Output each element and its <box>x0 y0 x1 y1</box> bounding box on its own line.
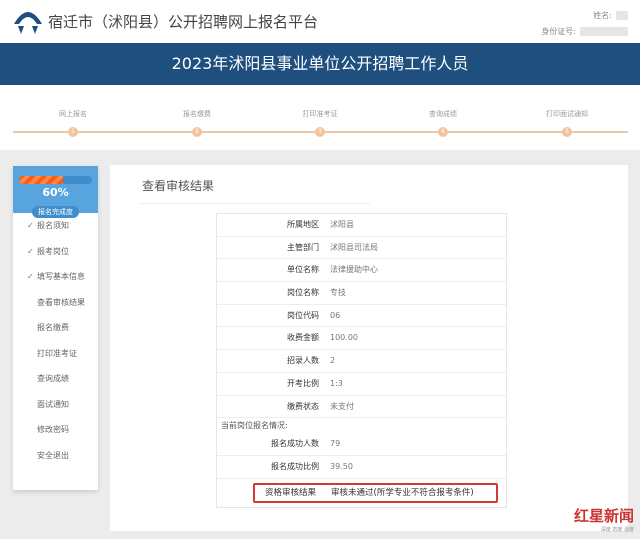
step-label: 网上报名 <box>59 110 87 118</box>
row-value: 法律援助中心 <box>330 265 378 275</box>
sidebar-item[interactable]: 查看审核结果 <box>13 290 98 316</box>
row-value: 沭阳县 <box>330 220 354 229</box>
sidebar-item[interactable]: 查询成绩 <box>13 366 98 392</box>
row-label: 单位名称 <box>287 265 319 275</box>
row-label: 收费金额 <box>287 333 319 343</box>
row-value: 沭阳县司法局 <box>330 242 378 252</box>
sidebar-item-label: 报名缴费 <box>37 323 69 332</box>
sidebar-item[interactable]: 安全退出 <box>13 443 98 469</box>
row-label: 开考比例 <box>287 378 319 388</box>
stat-value: 39.50 <box>330 461 353 471</box>
sidebar-item-label: 面试通知 <box>37 399 69 409</box>
sidebar-item[interactable]: 修改密码 <box>13 417 98 443</box>
sidebar-menu: ✓ 报名须知 ✓ 报考岗位 ✓ 填写基本信息 查看审核结果 报名缴费 打印准考证 查询成绩 面试通知… <box>13 213 98 468</box>
row-label: 缴费状态 <box>287 401 319 411</box>
progress-steps: 网上报名 1 报名缴费 2 打印准考证 3 查询成绩 4 打印面试通知 5 <box>0 85 640 150</box>
step-dot: 5 <box>562 127 572 137</box>
result-highlight: 资格审核结果 审核未通过(所学专业不符合报考条件) <box>253 482 498 503</box>
sidebar-item-label: 修改密码 <box>37 425 69 434</box>
row-value: 未支付 <box>330 401 354 411</box>
table-row: 所属地区 沭阳县 <box>217 214 506 237</box>
step-label: 打印面试通知 <box>546 110 588 118</box>
result-row: 资格审核结果 审核未通过(所学专业不符合报考条件) <box>217 479 506 507</box>
sidebar: 60% 报名完成度 ✓ 报名须知 ✓ 报考岗位 ✓ 填写基本信息 查看审核结果 报名缴费 打印准… <box>13 166 98 490</box>
step-label: 打印准考证 <box>302 110 338 118</box>
header: 宿迁市（沭阳县）公开招聘网上报名平台 姓名: 身份证号: <box>0 0 640 43</box>
stat-value: 79 <box>330 439 341 449</box>
sidebar-item[interactable]: ✓ 报考岗位 <box>13 239 98 265</box>
stat-row: 报名成功比例 39.50 <box>217 456 506 479</box>
result-value: 审核未通过(所学专业不符合报考条件) <box>331 487 474 498</box>
step-dot: 4 <box>438 127 448 137</box>
sidebar-item-label: 填写基本信息 <box>37 272 85 281</box>
step-label: 报名缴费 <box>183 110 211 118</box>
sidebar-item-label: 查看审核结果 <box>37 297 85 307</box>
table-row: 主管部门 沭阳县司法局 <box>217 237 506 260</box>
progress-percent: 60% <box>42 186 69 199</box>
sidebar-item-label: 报考岗位 <box>37 246 69 256</box>
row-label: 岗位代码 <box>287 310 319 320</box>
table-row: 招录人数 2 <box>217 350 506 373</box>
site-title: 宿迁市（沭阳县）公开招聘网上报名平台 <box>48 13 319 31</box>
user-info: 姓名: 身份证号: <box>541 8 628 40</box>
sidebar-item-label: 安全退出 <box>37 450 69 460</box>
table-row: 单位名称 法律援助中心 <box>217 259 506 283</box>
step-dot: 3 <box>315 127 325 137</box>
row-label: 招录人数 <box>287 356 319 366</box>
main-panel: 查看审核结果 所属地区 沭阳县主管部门 沭阳县司法局单位名称 法律援助中心岗位名称 专技… <box>110 165 628 531</box>
row-label: 所属地区 <box>287 220 319 229</box>
sidebar-item-label: 打印准考证 <box>37 348 77 358</box>
section-label: 当前岗位报名情况: <box>221 421 288 431</box>
sidebar-item[interactable]: 打印准考证 <box>13 341 98 367</box>
table-row: 收费金额 100.00 <box>217 327 506 351</box>
stat-label: 报名成功比例 <box>271 461 319 471</box>
sidebar-item[interactable]: ✓ 填写基本信息 <box>13 264 98 290</box>
row-label: 岗位名称 <box>287 288 319 298</box>
table-row: 缴费状态 未支付 <box>217 396 506 419</box>
progress-panel: 60% 报名完成度 <box>13 166 98 218</box>
sidebar-item-label: 查询成绩 <box>37 374 69 383</box>
row-value: 1:3 <box>330 378 343 388</box>
step-dot: 2 <box>192 127 202 137</box>
row-value: 专技 <box>330 288 346 298</box>
page-title: 查看审核结果 <box>142 179 215 193</box>
logo-icon <box>14 12 42 34</box>
row-value: 06 <box>330 310 341 320</box>
id-label: 身份证号: <box>541 27 576 36</box>
title-divider <box>140 203 370 204</box>
banner-title: 2023年沭阳县事业单位公开招聘工作人员 <box>0 43 640 85</box>
progress-fill <box>19 176 63 184</box>
stat-label: 报名成功人数 <box>271 439 319 449</box>
stat-row: 报名成功人数 79 <box>217 433 506 456</box>
sidebar-item[interactable]: ✓ 报名须知 <box>13 213 98 239</box>
sidebar-item[interactable]: 报名缴费 <box>13 315 98 341</box>
table-row: 岗位名称 专技 <box>217 282 506 305</box>
row-value: 2 <box>330 356 336 366</box>
name-label: 姓名: <box>593 11 612 20</box>
check-icon: ✓ <box>27 246 34 256</box>
table-row: 岗位代码 06 <box>217 305 506 328</box>
step-label: 查询成绩 <box>429 110 457 118</box>
watermark-logo: 红星新闻 深度 态度 温度 <box>573 507 634 533</box>
check-icon: ✓ <box>27 272 34 281</box>
step-dot: 1 <box>68 127 78 137</box>
sidebar-item-label: 报名须知 <box>37 221 69 230</box>
table-row: 开考比例 1:3 <box>217 373 506 396</box>
result-label: 资格审核结果 <box>265 487 317 498</box>
check-icon: ✓ <box>27 221 34 230</box>
progress-bar <box>19 176 92 184</box>
row-label: 主管部门 <box>287 242 319 252</box>
sidebar-item[interactable]: 面试通知 <box>13 392 98 418</box>
row-value: 100.00 <box>330 333 358 343</box>
info-table: 所属地区 沭阳县主管部门 沭阳县司法局单位名称 法律援助中心岗位名称 专技岗位代码 06 收… <box>216 213 507 508</box>
